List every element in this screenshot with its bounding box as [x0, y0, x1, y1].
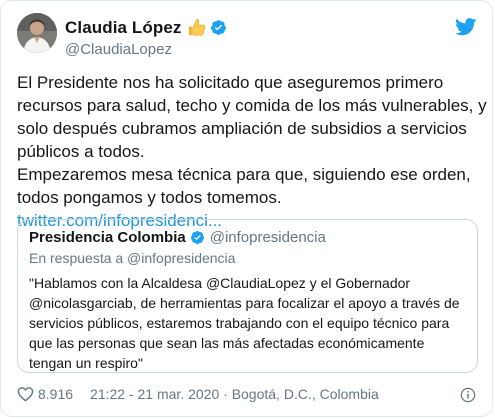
tweet-footer: 8.916 21:22 - 21 mar. 2020 · Bogotá, D.C… — [17, 386, 379, 402]
quoted-author-handle: @infopresidencia — [209, 229, 326, 246]
heart-icon[interactable] — [17, 386, 34, 402]
tweet-text: El Presidente nos ha solicitado que aseg… — [17, 73, 487, 207]
twitter-bird-icon[interactable] — [455, 18, 477, 36]
author-name[interactable]: Claudia López — [65, 18, 182, 38]
author-handle[interactable]: @ClaudiaLopez — [65, 41, 172, 58]
quoted-verified-badge-icon — [190, 230, 205, 245]
info-icon[interactable] — [460, 387, 476, 403]
tweet-body: El Presidente nos ha solicitado que aseg… — [17, 71, 487, 232]
quoted-tweet[interactable]: Presidencia Colombia @infopresidencia En… — [17, 219, 478, 373]
quoted-author-name: Presidencia Colombia — [29, 229, 186, 246]
quoted-tweet-text: "Hablamos con la Alcaldesa @ClaudiaLopez… — [29, 275, 460, 371]
author-avatar[interactable] — [17, 13, 57, 53]
verified-badge-icon — [210, 19, 227, 36]
like-count[interactable]: 8.916 — [38, 386, 73, 402]
thumbs-up-emoji-icon — [187, 18, 206, 37]
tweet-timestamp-location[interactable]: 21:22 - 21 mar. 2020 · Bogotá, D.C., Col… — [90, 386, 379, 402]
reply-context: En respuesta a @infopresidencia — [29, 250, 236, 266]
tweet-card: Claudia López @ClaudiaLopez El President… — [0, 0, 493, 417]
